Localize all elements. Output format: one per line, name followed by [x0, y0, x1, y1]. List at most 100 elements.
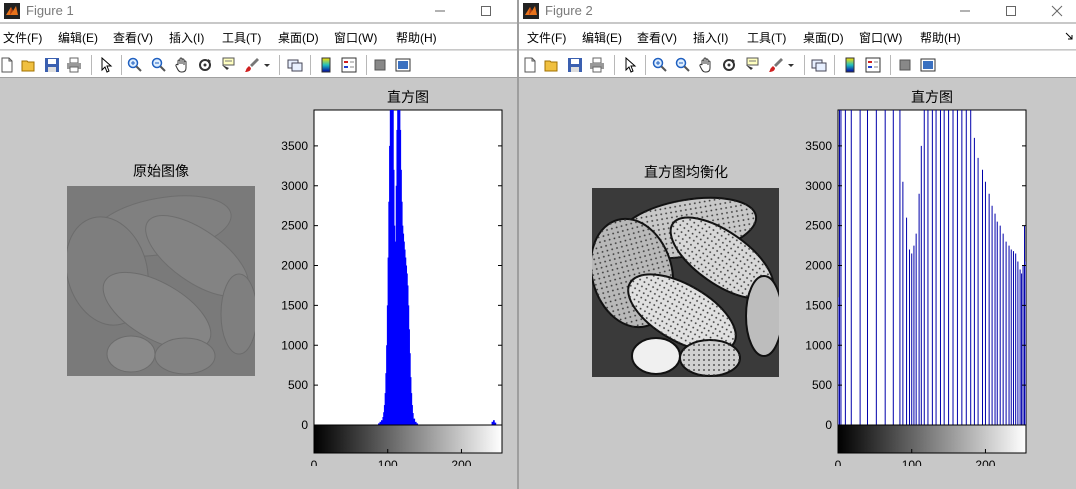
menu-window[interactable]: 窗口(W) — [859, 29, 902, 46]
hide-plot-tools-button[interactable] — [371, 56, 389, 74]
print-button[interactable] — [65, 56, 83, 74]
minimize-button[interactable] — [945, 0, 985, 22]
menu-window[interactable]: 窗口(W) — [334, 29, 377, 46]
print-icon — [590, 57, 604, 73]
y-tick-label: 1000 — [805, 338, 832, 352]
title-bar[interactable]: Figure 2 — [519, 0, 1076, 22]
menu-bar: 文件(F) 编辑(E) 查看(V) 插入(I) 工具(T) 桌面(D) 窗口(W… — [0, 24, 517, 49]
print-button[interactable] — [588, 56, 606, 74]
open-file-button[interactable] — [543, 56, 561, 74]
histogram-bar — [411, 413, 414, 425]
window-title: Figure 1 — [26, 3, 74, 18]
histogram-axes-2: 0 500 1000 1500 2000 2500 3000 3500 0 100 200 — [805, 109, 1027, 466]
open-folder-icon — [21, 60, 35, 72]
colorbar-icon — [321, 57, 331, 73]
original-image — [67, 186, 255, 376]
link-plot-button[interactable] — [810, 56, 828, 74]
y-tick-label: 2500 — [281, 219, 308, 233]
y-tick-label: 0 — [825, 418, 832, 432]
y-tick-label: 3000 — [281, 179, 308, 193]
data-cursor-icon — [222, 57, 235, 70]
hide-plot-tools-icon — [899, 59, 911, 71]
y-tick-label: 3000 — [805, 179, 832, 193]
brush-button[interactable] — [243, 56, 261, 74]
equalized-image — [592, 188, 779, 377]
menu-edit[interactable]: 编辑(E) — [582, 29, 622, 46]
zoom-in-icon — [652, 57, 667, 72]
save-button[interactable] — [566, 56, 584, 74]
maximize-button[interactable] — [991, 0, 1031, 22]
select-tool-button[interactable] — [97, 56, 115, 74]
insert-colorbar-button[interactable] — [317, 56, 335, 74]
data-cursor-button[interactable] — [743, 56, 761, 74]
insert-legend-button[interactable] — [864, 56, 882, 74]
data-cursor-icon — [746, 57, 759, 70]
y-tick-label: 2000 — [281, 259, 308, 273]
x-tick-label: 0 — [311, 458, 318, 466]
menu-desktop[interactable]: 桌面(D) — [803, 29, 844, 46]
save-button[interactable] — [43, 56, 61, 74]
y-tick-label: 500 — [288, 378, 308, 392]
menu-insert[interactable]: 插入(I) — [169, 29, 204, 46]
data-cursor-button[interactable] — [219, 56, 237, 74]
menu-help[interactable]: 帮助(H) — [396, 29, 437, 46]
menu-insert[interactable]: 插入(I) — [693, 29, 728, 46]
select-tool-button[interactable] — [621, 56, 639, 74]
show-plot-tools-icon — [395, 58, 411, 72]
brush-dropdown[interactable] — [786, 56, 796, 74]
zoom-out-button[interactable] — [674, 56, 692, 74]
menu-view[interactable]: 查看(V) — [113, 29, 153, 46]
close-button[interactable] — [1037, 0, 1076, 22]
menu-bar: 文件(F) 编辑(E) 查看(V) 插入(I) 工具(T) 桌面(D) 窗口(W… — [519, 24, 1076, 49]
brush-icon — [245, 58, 259, 72]
menu-dock-arrow-icon[interactable] — [1065, 32, 1073, 40]
new-figure-button[interactable] — [521, 56, 539, 74]
hide-plot-tools-button[interactable] — [896, 56, 914, 74]
menu-desktop[interactable]: 桌面(D) — [278, 29, 319, 46]
new-figure-button[interactable] — [0, 56, 16, 74]
insert-colorbar-button[interactable] — [841, 56, 859, 74]
rotate-3d-button[interactable] — [720, 56, 738, 74]
legend-icon — [865, 57, 881, 73]
menu-tools[interactable]: 工具(T) — [747, 29, 786, 46]
y-tick-label: 3500 — [805, 139, 832, 153]
close-icon — [1051, 5, 1063, 17]
save-icon — [45, 58, 59, 72]
insert-legend-button[interactable] — [340, 56, 358, 74]
maximize-icon — [1006, 6, 1016, 16]
menu-file[interactable]: 文件(F) — [527, 29, 566, 46]
colorbar-icon — [845, 57, 855, 73]
new-file-icon — [1, 57, 13, 73]
minimize-button[interactable] — [420, 0, 460, 22]
brush-button[interactable] — [767, 56, 785, 74]
menu-help[interactable]: 帮助(H) — [920, 29, 961, 46]
y-tick-label: 2000 — [805, 259, 832, 273]
pan-button[interactable] — [697, 56, 715, 74]
link-plot-button[interactable] — [286, 56, 304, 74]
grayscale-colorbar — [313, 424, 503, 454]
zoom-out-button[interactable] — [150, 56, 168, 74]
y-tick-label: 3500 — [281, 139, 308, 153]
rotate-3d-button[interactable] — [196, 56, 214, 74]
show-plot-tools-button[interactable] — [394, 56, 412, 74]
minimize-icon — [435, 10, 445, 12]
menu-view[interactable]: 查看(V) — [637, 29, 677, 46]
zoom-in-button[interactable] — [651, 56, 669, 74]
pan-button[interactable] — [173, 56, 191, 74]
histogram-title: 直方图 — [911, 89, 953, 105]
title-bar[interactable]: Figure 1 — [0, 0, 517, 22]
x-tick-label: 100 — [378, 458, 398, 466]
dropdown-arrow-icon — [264, 64, 270, 67]
zoom-out-icon — [675, 57, 690, 72]
zoom-in-button[interactable] — [126, 56, 144, 74]
show-plot-tools-button[interactable] — [919, 56, 937, 74]
y-tick-label: 2500 — [805, 219, 832, 233]
brush-dropdown[interactable] — [262, 56, 272, 74]
image-title: 原始图像 — [133, 163, 189, 179]
open-file-button[interactable] — [20, 56, 38, 74]
menu-edit[interactable]: 编辑(E) — [58, 29, 98, 46]
maximize-button[interactable] — [466, 0, 506, 22]
menu-file[interactable]: 文件(F) — [3, 29, 42, 46]
menu-tools[interactable]: 工具(T) — [222, 29, 261, 46]
x-tick-label: 0 — [835, 458, 842, 466]
